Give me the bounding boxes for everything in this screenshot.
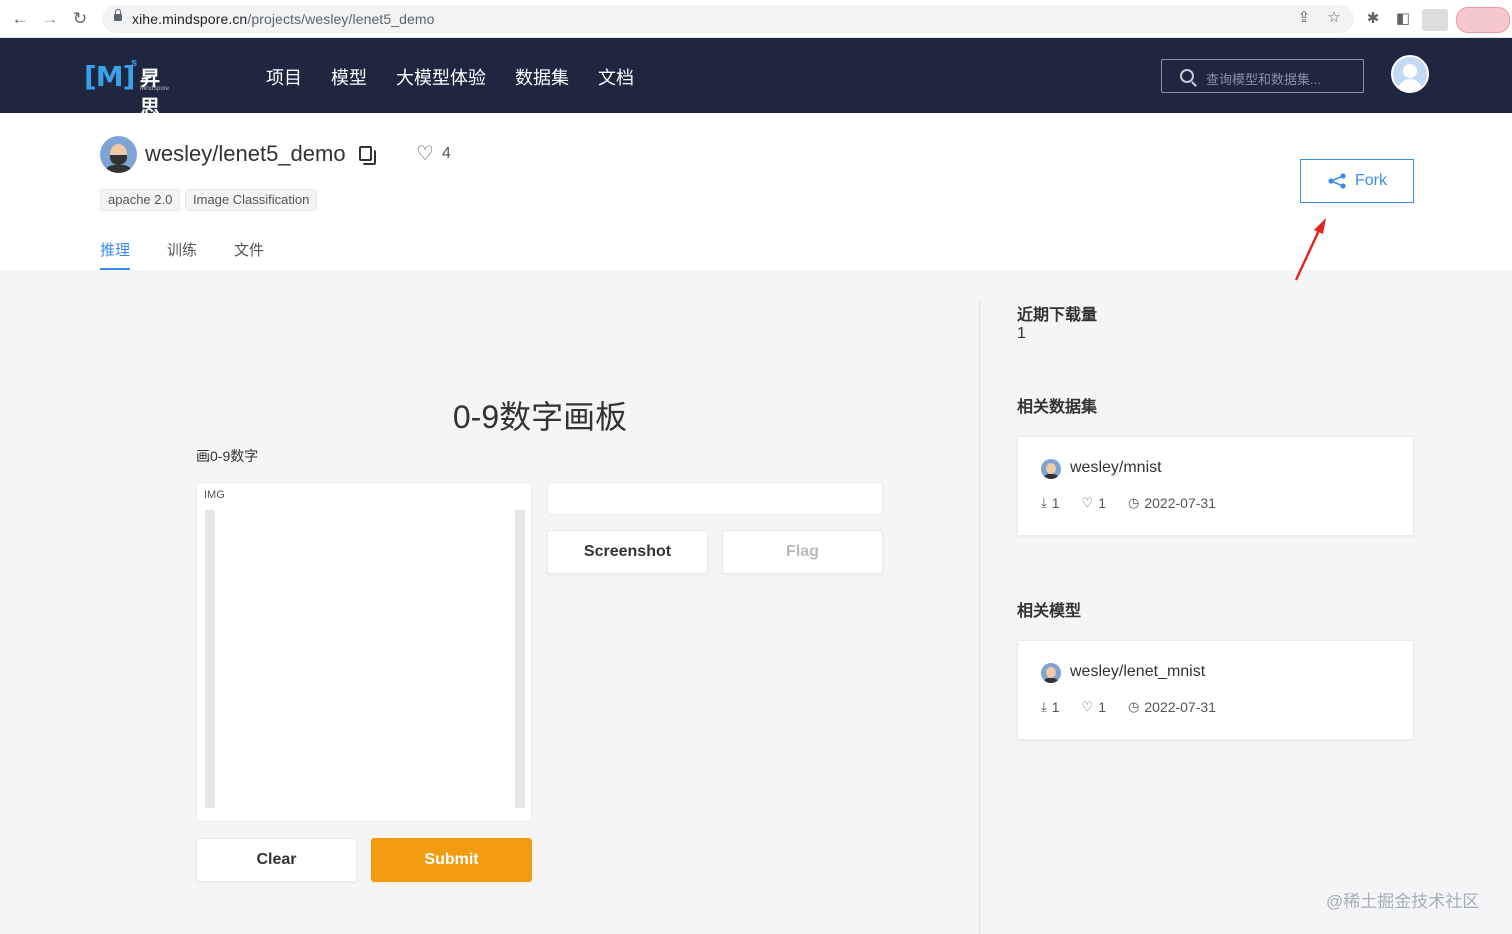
download-icon: ⤓ <box>1041 495 1047 510</box>
sidebar-divider <box>979 300 980 934</box>
related-datasets-heading: 相关数据集 <box>1017 399 1098 416</box>
copy-icon[interactable] <box>359 146 376 165</box>
lock-icon <box>114 9 122 23</box>
dataset-stats: ⤓ 1 ♡ 1 ◷ 2022-07-31 <box>1041 495 1216 511</box>
watermark-text: @稀土掘金技术社区 <box>1326 892 1480 911</box>
clock-icon: ◷ <box>1128 495 1140 510</box>
output-box <box>547 482 883 515</box>
project-title: wesley/lenet5_demo <box>145 141 346 166</box>
tab-inference[interactable]: 推理 <box>100 239 130 260</box>
dataset-downloads: 1 <box>1051 495 1060 511</box>
address-bar[interactable]: xihe.mindspore.cn/projects/wesley/lenet5… <box>102 5 1354 33</box>
dataset-card[interactable]: wesley/mnist ⤓ 1 ♡ 1 ◷ 2022-07-31 <box>1017 436 1414 536</box>
nav-item-docs[interactable]: 文档 <box>598 64 634 90</box>
model-name[interactable]: wesley/lenet_mnist <box>1070 663 1205 681</box>
fork-icon <box>1328 173 1346 189</box>
profile-icon-blurred[interactable] <box>1422 9 1448 31</box>
tag-license[interactable]: apache 2.0 <box>100 189 181 211</box>
dataset-name[interactable]: wesley/mnist <box>1070 459 1162 477</box>
demo-description: 画0-9数字 <box>196 448 259 464</box>
model-card[interactable]: wesley/lenet_mnist ⤓ 1 ♡ 1 ◷ 2022-07-31 <box>1017 640 1414 740</box>
search-input[interactable]: 查询模型和数据集... <box>1161 59 1364 93</box>
main-nav: 项目 模型 大模型体验 数据集 文档 <box>266 64 634 90</box>
main-content: 0-9数字画板 画0-9数字 IMG Screenshot Flag Clear… <box>0 270 1512 934</box>
fork-button[interactable]: Fork <box>1300 159 1414 203</box>
nav-item-models[interactable]: 模型 <box>331 64 367 90</box>
site-header: [M] s 昇思 MindSpore 项目 模型 大模型体验 数据集 文档 查询… <box>0 38 1512 119</box>
download-icon: ⤓ <box>1041 699 1047 714</box>
tab-files[interactable]: 文件 <box>234 239 264 260</box>
clear-button[interactable]: Clear <box>196 838 357 882</box>
heart-icon: ♡ <box>416 143 434 165</box>
tab-training[interactable]: 训练 <box>167 239 197 260</box>
screenshot-button[interactable]: Screenshot <box>547 530 708 574</box>
flag-button[interactable]: Flag <box>722 530 883 574</box>
forward-icon[interactable]: → <box>40 9 60 29</box>
browser-toolbar: ← → ↻ xihe.mindspore.cn/projects/wesley/… <box>0 0 1512 38</box>
url-path: /projects/wesley/lenet5_demo <box>247 11 435 27</box>
search-icon <box>1180 69 1194 83</box>
user-avatar[interactable] <box>1391 55 1429 93</box>
clock-icon: ◷ <box>1128 699 1140 714</box>
url-text: xihe.mindspore.cn/projects/wesley/lenet5… <box>132 11 435 27</box>
dataset-owner-avatar <box>1041 459 1061 479</box>
drawing-canvas[interactable] <box>205 510 525 808</box>
like-count: 4 <box>441 145 451 162</box>
logo-en-text: MindSpore <box>140 86 170 92</box>
downloads-value: 1 <box>1017 325 1026 342</box>
submit-button[interactable]: Submit <box>371 838 532 882</box>
downloads-heading: 近期下载量 <box>1017 307 1098 324</box>
model-date: 2022-07-31 <box>1144 699 1216 715</box>
heart-icon: ♡ <box>1081 495 1094 510</box>
project-header: wesley/lenet5_demo ♡ 4 apache 2.0 Image … <box>0 113 1512 270</box>
owner-avatar[interactable] <box>100 136 137 173</box>
model-downloads: 1 <box>1051 699 1060 715</box>
image-input-panel: IMG <box>196 482 532 822</box>
dataset-likes: 1 <box>1098 495 1106 511</box>
model-likes: 1 <box>1098 699 1106 715</box>
logo-superscript: s <box>131 57 138 69</box>
model-stats: ⤓ 1 ♡ 1 ◷ 2022-07-31 <box>1041 699 1216 715</box>
like-button[interactable]: ♡ 4 <box>416 144 451 164</box>
tag-task[interactable]: Image Classification <box>185 189 318 211</box>
star-icon[interactable]: ☆ <box>1325 9 1343 27</box>
logo-mark: [M] <box>84 60 135 93</box>
nav-item-llm-experience[interactable]: 大模型体验 <box>396 64 486 90</box>
fork-label: Fork <box>1355 172 1387 189</box>
demo-title: 0-9数字画板 <box>452 399 628 435</box>
extensions-icon[interactable]: ✱ <box>1364 10 1382 28</box>
nav-item-datasets[interactable]: 数据集 <box>515 64 569 90</box>
side-panel-icon[interactable]: ◧ <box>1394 10 1412 28</box>
model-owner-avatar <box>1041 663 1061 683</box>
url-host: xihe.mindspore.cn <box>132 11 248 27</box>
profile-badge-blurred[interactable] <box>1456 7 1510 33</box>
heart-icon: ♡ <box>1081 699 1094 714</box>
dataset-date: 2022-07-31 <box>1144 495 1216 511</box>
back-icon[interactable]: ← <box>10 9 30 29</box>
image-input-label: IMG <box>204 489 225 501</box>
share-icon[interactable]: ⇪ <box>1295 9 1313 27</box>
reload-icon[interactable]: ↻ <box>70 9 90 29</box>
search-placeholder: 查询模型和数据集... <box>1206 72 1321 87</box>
nav-item-projects[interactable]: 项目 <box>266 64 302 90</box>
related-models-heading: 相关模型 <box>1017 603 1082 620</box>
